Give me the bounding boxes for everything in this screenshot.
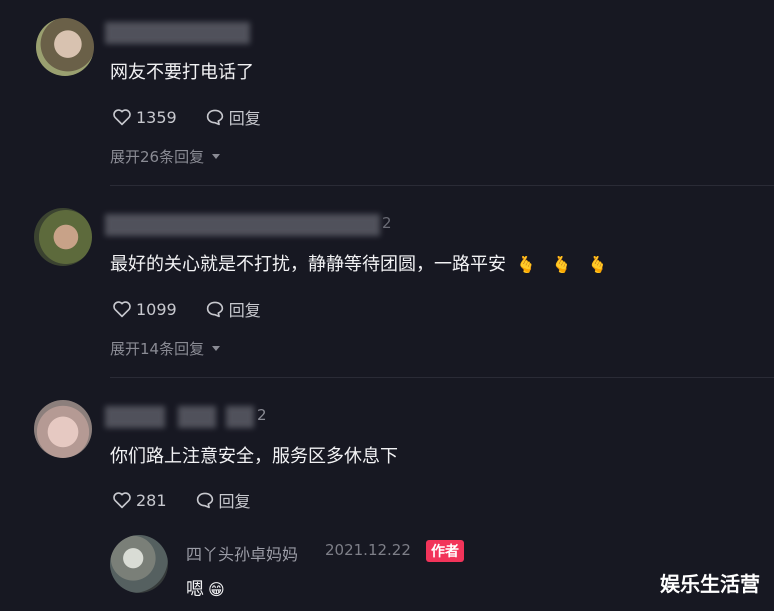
- comment-bubble-icon: [196, 492, 213, 509]
- avatar[interactable]: [34, 400, 92, 458]
- like-count: 281: [136, 490, 167, 510]
- divider: [110, 377, 774, 378]
- reply-text-body: 嗯: [186, 579, 204, 600]
- expand-replies-label: 展开26条回复: [110, 148, 205, 166]
- reply-label: 回复: [218, 492, 251, 511]
- like-count: 1099: [136, 299, 177, 319]
- comment-actions: 281 回复: [112, 488, 279, 512]
- username-suffix: 2: [257, 406, 267, 424]
- heart-icon: [113, 301, 131, 318]
- grinning-emoji: 😁: [208, 580, 225, 599]
- reply-label: 回复: [228, 301, 261, 320]
- comment-text: 网友不要打电话了: [110, 62, 254, 83]
- username-blurred[interactable]: [105, 22, 250, 44]
- caret-down-icon: [212, 346, 221, 351]
- avatar[interactable]: [34, 208, 92, 266]
- caret-down-icon: [212, 154, 221, 159]
- like-button[interactable]: 1359: [112, 108, 177, 127]
- reply-label: 回复: [228, 109, 261, 128]
- comment-text-body: 最好的关心就是不打扰，静静等待团圆，一路平安: [110, 254, 506, 275]
- finger-heart-emoji: 🫰: [587, 255, 608, 274]
- expand-replies[interactable]: 展开14条回复: [110, 338, 221, 359]
- heart-icon: [113, 492, 131, 509]
- username-blurred[interactable]: [105, 406, 165, 428]
- comment-text: 最好的关心就是不打扰，静静等待团圆，一路平安 🫰 🫰 🫰: [110, 250, 608, 276]
- expand-replies[interactable]: 展开26条回复: [110, 146, 221, 167]
- comment-actions: 1099 回复: [112, 297, 289, 321]
- author-avatar[interactable]: [110, 535, 168, 593]
- author-name[interactable]: 四丫头孙卓妈妈: [186, 541, 298, 565]
- comment-bubble-icon: [206, 301, 223, 318]
- like-button[interactable]: 281: [112, 491, 167, 510]
- expand-replies-label: 展开14条回复: [110, 340, 205, 358]
- reply-button[interactable]: 回复: [205, 297, 261, 321]
- reply-date: 2021.12.22: [325, 541, 411, 559]
- comment-text: 你们路上注意安全，服务区多休息下: [110, 446, 398, 467]
- reply-button[interactable]: 回复: [195, 488, 251, 512]
- finger-heart-emoji: 🫰: [551, 255, 572, 274]
- reply-button[interactable]: 回复: [205, 105, 261, 129]
- username-blurred[interactable]: [105, 214, 380, 236]
- like-count: 1359: [136, 107, 177, 127]
- comment-actions: 1359 回复: [112, 105, 289, 129]
- author-badge: 作者: [426, 540, 464, 562]
- username-blurred[interactable]: [178, 406, 216, 428]
- avatar[interactable]: [36, 18, 94, 76]
- watermark: 娱乐生活营: [660, 572, 760, 596]
- like-button[interactable]: 1099: [112, 300, 177, 319]
- reply-text: 嗯 😁: [186, 575, 225, 601]
- username-blurred[interactable]: [226, 406, 254, 428]
- finger-heart-emoji: 🫰: [516, 255, 536, 274]
- comment-bubble-icon: [206, 109, 223, 126]
- heart-icon: [113, 109, 131, 126]
- divider: [110, 185, 774, 186]
- username-suffix: 2: [382, 214, 392, 232]
